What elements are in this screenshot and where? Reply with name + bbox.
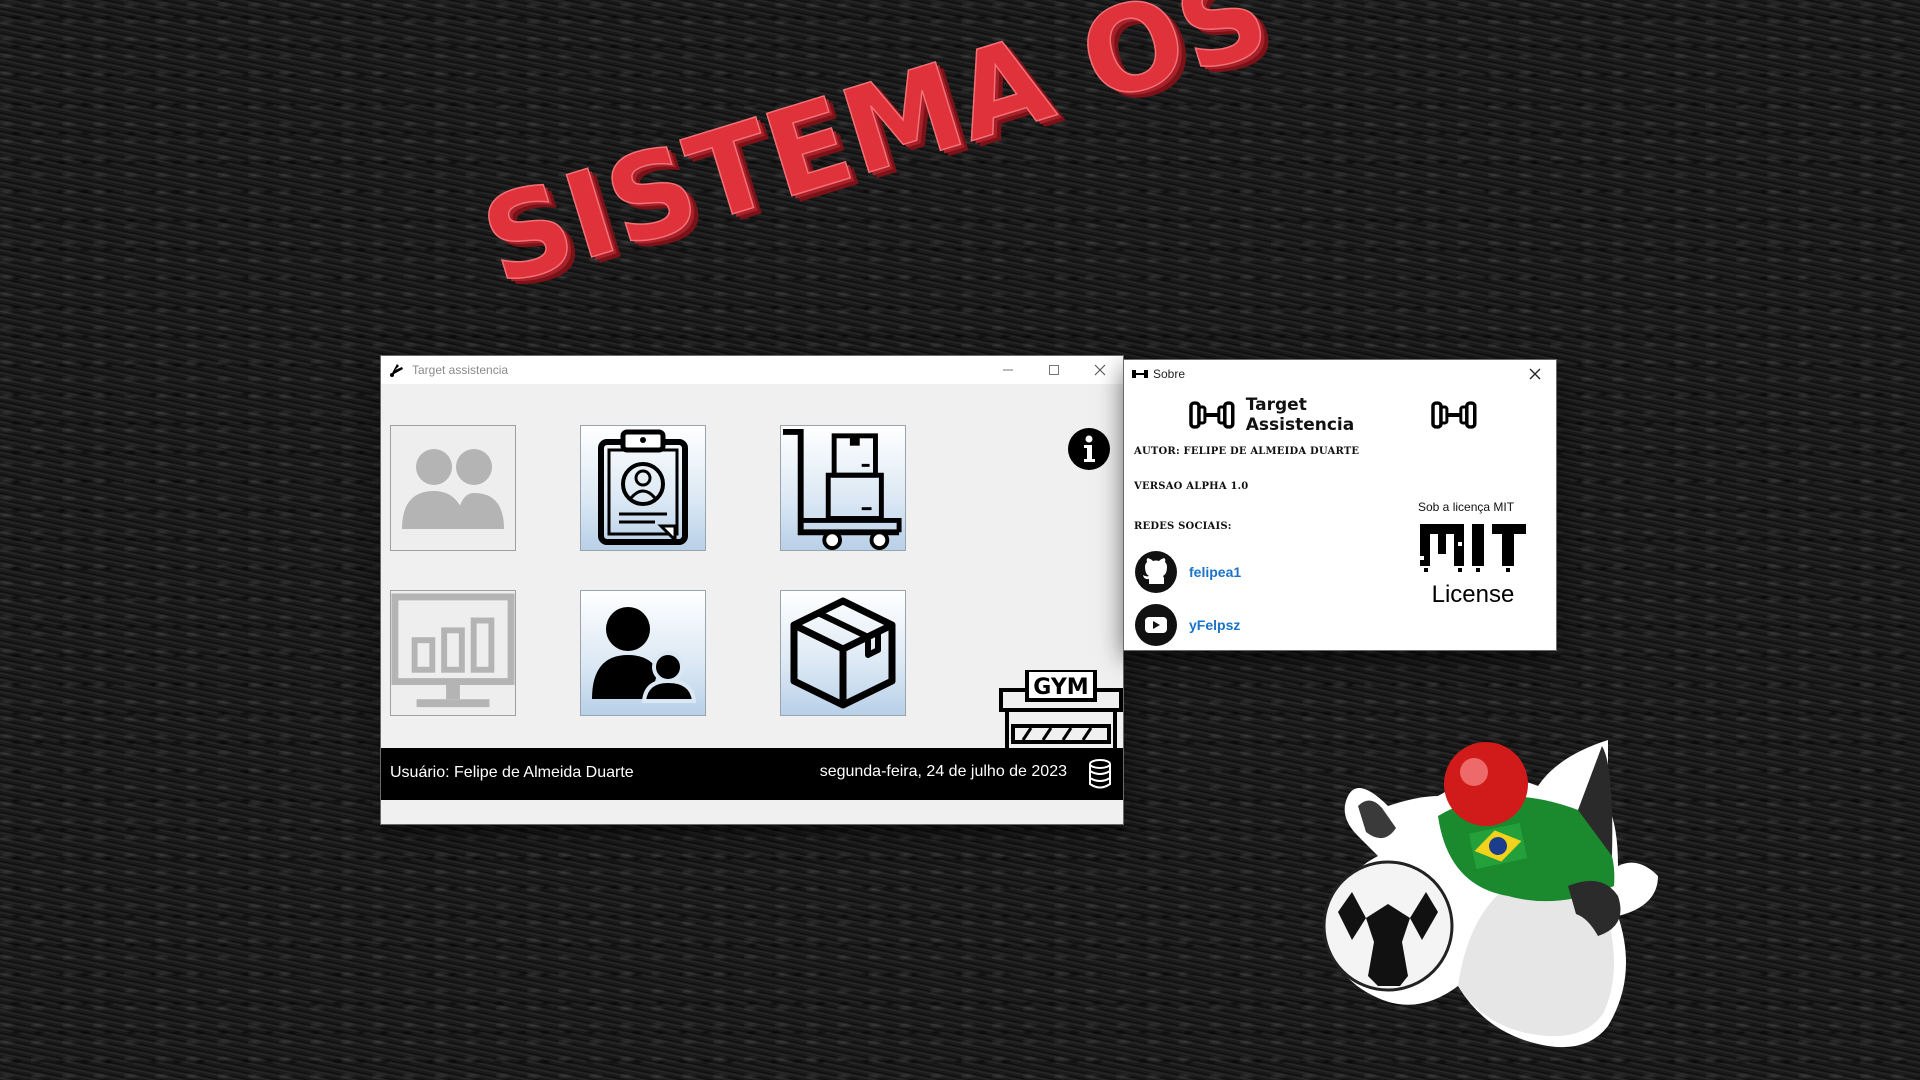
version-label: VERSAO ALPHA 1.0	[1134, 481, 1249, 492]
main-window-title: Target assistencia	[412, 363, 509, 377]
users-icon	[402, 449, 504, 529]
sistema-os-headline: SISTEMA OS SISTEMA OS SISTEMA OS	[467, 0, 1291, 318]
svg-text:License: License	[1432, 581, 1515, 606]
mit-license-logo[interactable]: License	[1414, 522, 1532, 606]
github-link[interactable]: felipea1	[1189, 564, 1241, 580]
youtube-link[interactable]: yFelpsz	[1189, 617, 1240, 633]
info-icon	[1068, 428, 1110, 470]
users-tile[interactable]	[580, 590, 706, 716]
inventory-tile[interactable]	[780, 425, 906, 551]
about-heading: Target Assistencia	[1188, 395, 1478, 435]
about-window-title: Sobre	[1153, 367, 1186, 381]
close-button[interactable]	[1077, 356, 1123, 384]
close-icon	[1094, 364, 1106, 376]
about-close-button[interactable]	[1518, 360, 1552, 388]
employee-tile[interactable]	[580, 425, 706, 551]
minimize-icon	[1003, 369, 1013, 371]
maximize-icon	[1049, 365, 1059, 375]
svg-text:GYM: GYM	[1033, 675, 1088, 700]
clients-tile[interactable]	[390, 425, 516, 551]
about-app-name: Target Assistencia	[1245, 395, 1355, 435]
social-youtube[interactable]: yFelpsz	[1134, 603, 1240, 647]
dumbbell-icon	[1431, 401, 1477, 429]
products-tile[interactable]	[780, 590, 906, 716]
monitor-bar-chart-icon	[391, 593, 515, 708]
youtube-icon	[1135, 604, 1177, 646]
id-badge-clipboard-icon	[598, 429, 688, 545]
social-github[interactable]: felipea1	[1134, 550, 1241, 594]
author-label: AUTOR: FELIPE DE ALMEIDA DUARTE	[1134, 446, 1360, 457]
license-label: Sob a licença MIT	[1418, 500, 1515, 514]
close-icon	[1529, 368, 1541, 380]
reports-tile[interactable]	[390, 590, 516, 716]
main-window-content: GYM Usuário: Felipe de Almeida Duarte se…	[381, 384, 1123, 800]
social-heading: REDES SOCIAIS:	[1134, 521, 1232, 532]
duke-mascot-sticker	[1322, 740, 1658, 1048]
svg-text:SISTEMA OS: SISTEMA OS	[468, 0, 1283, 312]
status-bar: Usuário: Felipe de Almeida Duarte segund…	[381, 748, 1123, 800]
package-icon	[790, 597, 896, 709]
about-window: Sobre Target Assistencia AUTOR: FELIPE D…	[1124, 360, 1556, 650]
current-user-label: Usuário: Felipe de Almeida Duarte	[390, 764, 634, 781]
main-window: Target assistencia GYM Usuário: Felipe d…	[381, 356, 1123, 824]
maximize-button[interactable]	[1031, 356, 1077, 384]
current-date-label: segunda-feira, 24 de julho de 2023	[819, 763, 1067, 780]
database-icon[interactable]	[1087, 759, 1113, 789]
dumbbell-icon	[1189, 401, 1235, 429]
about-window-titlebar[interactable]: Sobre	[1124, 360, 1556, 388]
github-icon	[1135, 551, 1177, 593]
info-button[interactable]	[1068, 428, 1110, 470]
minimize-button[interactable]	[985, 356, 1031, 384]
hand-truck-boxes-icon	[782, 428, 902, 550]
app-icon	[390, 364, 403, 377]
dumbbell-icon	[1132, 370, 1148, 378]
main-window-titlebar[interactable]: Target assistencia	[381, 356, 1123, 384]
user-group-icon	[592, 607, 697, 703]
